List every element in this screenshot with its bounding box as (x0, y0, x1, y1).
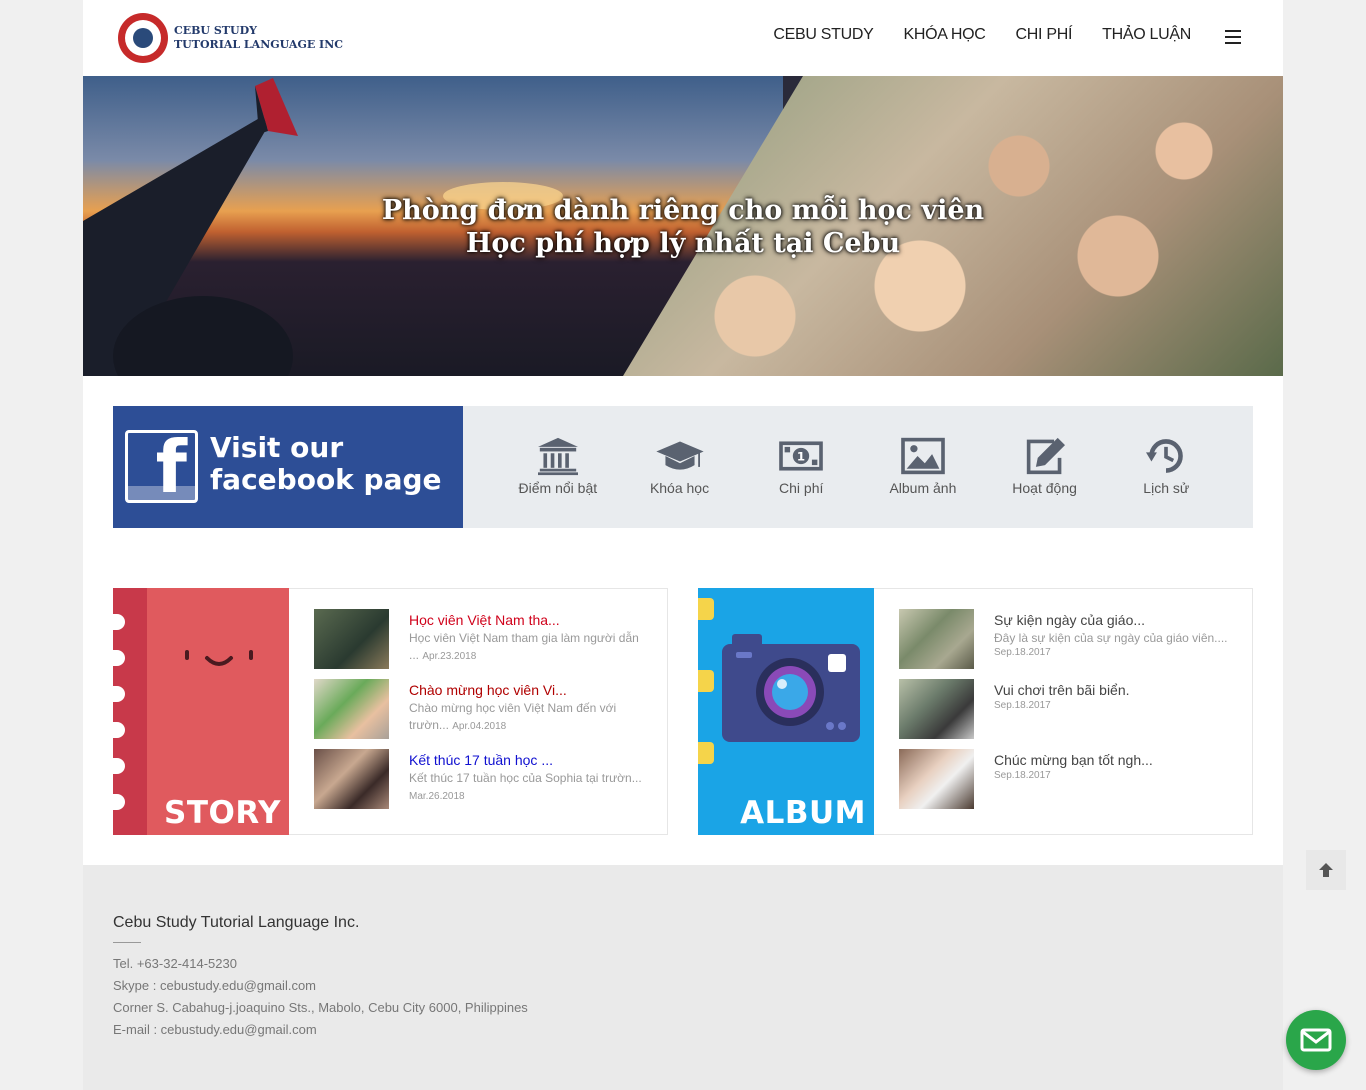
edit-icon (1026, 437, 1065, 475)
list-item[interactable]: Sự kiện ngày của giáo... Đây là sự kiện … (899, 609, 1239, 679)
footer-skype: Skype : cebustudy.edu@gmail.com (113, 978, 316, 993)
page: CEBU STUDY TUTORIAL LANGUAGE INC CEBU ST… (83, 0, 1283, 1090)
item-title: Kết thúc 17 tuần học ... (409, 752, 553, 768)
hero-line2: Học phí hợp lý nhất tại Cebu (465, 228, 901, 259)
list-item[interactable]: Học viên Việt Nam tha... Học viên Việt N… (314, 609, 654, 679)
facebook-line1: Visit our (210, 431, 344, 464)
item-title: Học viên Việt Nam tha... (409, 612, 560, 628)
album-label: ALBUM (740, 795, 866, 831)
nav-item-khoa-hoc[interactable]: KHÓA HỌC (903, 26, 985, 44)
item-date: Apr.04.2018 (452, 721, 507, 732)
list-item[interactable]: Chúc mừng bạn tốt ngh... Sep.18.2017 (899, 749, 1239, 819)
hero-banner: Phòng đơn dành riêng cho mỗi học viên Họ… (83, 76, 1283, 376)
quick-link-label: Lịch sử (1143, 480, 1190, 496)
album-card: ALBUM Sự kiện ngày của giáo... Đây là sự… (698, 588, 1253, 835)
thumbnail-image (899, 749, 974, 809)
brand-line2: TUTORIAL LANGUAGE INC (174, 38, 344, 51)
footer-contact: Tel. +63-32-414-5230 Skype : cebustudy.e… (113, 953, 528, 1041)
story-label: STORY (164, 795, 281, 831)
quick-link-label: Hoạt động (1012, 480, 1077, 496)
hamburger-icon[interactable] (1225, 30, 1241, 44)
item-title: Vui chơi trên bãi biển. (994, 682, 1130, 698)
item-date: Sep.18.2017 (994, 770, 1051, 781)
camera-icon (722, 634, 860, 742)
scroll-to-top-button[interactable] (1306, 850, 1346, 890)
logo-text: CEBU STUDY TUTORIAL LANGUAGE INC (174, 24, 343, 52)
smiley-face-icon (185, 650, 253, 666)
quick-link-label: Album ảnh (889, 480, 957, 496)
album-list: Sự kiện ngày của giáo... Đây là sự kiện … (899, 609, 1239, 819)
footer-tel: Tel. +63-32-414-5230 (113, 956, 237, 971)
story-card: STORY Học viên Việt Nam tha... Học viên … (113, 588, 668, 835)
svg-text:1: 1 (797, 450, 805, 464)
thumbnail-image (314, 749, 389, 809)
quick-link-fees[interactable]: 1 Chi phí (740, 436, 862, 496)
facebook-icon: f (125, 430, 198, 503)
list-item[interactable]: Kết thúc 17 tuần học ... Kết thúc 17 tuầ… (314, 749, 654, 819)
story-list: Học viên Việt Nam tha... Học viên Việt N… (314, 609, 654, 819)
footer: Cebu Study Tutorial Language Inc. Tel. +… (83, 865, 1283, 1090)
thumbnail-image (899, 679, 974, 739)
item-desc: Đây là sự kiện của sự ngày của giáo viên… (994, 631, 1228, 645)
quick-link-courses[interactable]: Khóa học (619, 436, 741, 496)
arrow-up-icon (1319, 863, 1333, 877)
brand-line1: CEBU STUDY (174, 24, 257, 37)
logo-seal-icon (118, 13, 168, 63)
facebook-banner[interactable]: f Visit our facebook page (113, 406, 463, 528)
item-date: Sep.18.2017 (994, 647, 1051, 658)
thumbnail-image (314, 609, 389, 669)
graduation-cap-icon (655, 441, 704, 470)
quick-link-label: Khóa học (649, 480, 710, 496)
quick-link-album[interactable]: Album ảnh (862, 436, 984, 496)
thumbnail-image (899, 609, 974, 669)
logo[interactable]: CEBU STUDY TUTORIAL LANGUAGE INC (118, 13, 343, 63)
quick-link-activities[interactable]: Hoạt động (984, 436, 1106, 496)
item-title: Chào mừng học viên Vi... (409, 682, 567, 698)
nav-item-thao-luan[interactable]: THẢO LUẬN (1102, 26, 1191, 44)
quick-icons: Điểm nổi bật Khóa học 1 Chi phí Album ản… (463, 406, 1253, 528)
header: CEBU STUDY TUTORIAL LANGUAGE INC CEBU ST… (83, 0, 1283, 76)
quick-link-label: Chi phí (779, 480, 824, 496)
item-date: Apr.23.2018 (422, 651, 477, 662)
item-title: Sự kiện ngày của giáo... (994, 612, 1146, 628)
quick-links-bar: f Visit our facebook page Điểm nổi bật K… (113, 406, 1253, 528)
hero-heading: Phòng đơn dành riêng cho mỗi học viên Họ… (83, 194, 1283, 260)
nav-item-cebu-study[interactable]: CEBU STUDY (773, 26, 873, 44)
item-desc: Kết thúc 17 tuần học của Sophia tại trườ… (409, 771, 642, 802)
envelope-icon (1300, 1028, 1332, 1052)
footer-address: Corner S. Cabahug-j.joaquino Sts., Mabol… (113, 1000, 528, 1015)
quick-link-label: Điểm nổi bật (518, 480, 598, 496)
list-item[interactable]: Chào mừng học viên Vi... Chào mừng học v… (314, 679, 654, 749)
item-desc: Chào mừng học viên Việt Nam đến với trườ… (409, 701, 617, 732)
hero-line1: Phòng đơn dành riêng cho mỗi học viên (381, 195, 985, 226)
image-icon (901, 437, 945, 475)
thumbnail-image (314, 679, 389, 739)
history-icon (1146, 439, 1184, 473)
list-item[interactable]: Vui chơi trên bãi biển. Sep.18.2017 (899, 679, 1239, 749)
story-side-panel[interactable]: STORY (113, 588, 289, 835)
item-desc: Học viên Việt Nam tham gia làm người dẫn… (409, 631, 639, 662)
bank-icon (537, 437, 578, 476)
facebook-text: Visit our facebook page (210, 432, 442, 496)
contact-mail-button[interactable] (1286, 1010, 1346, 1070)
money-icon: 1 (779, 441, 824, 471)
album-side-panel[interactable]: ALBUM (698, 588, 874, 835)
footer-company: Cebu Study Tutorial Language Inc. (113, 914, 360, 931)
item-date: Mar.26.2018 (409, 791, 465, 802)
footer-email: E-mail : cebustudy.edu@gmail.com (113, 1022, 317, 1037)
main-nav: CEBU STUDY KHÓA HỌC CHI PHÍ THẢO LUẬN (743, 26, 1191, 44)
quick-link-highlights[interactable]: Điểm nổi bật (497, 436, 619, 496)
facebook-line2: facebook page (210, 463, 442, 496)
item-title: Chúc mừng bạn tốt ngh... (994, 752, 1153, 768)
item-date: Sep.18.2017 (994, 700, 1051, 711)
nav-item-chi-phi[interactable]: CHI PHÍ (1016, 26, 1073, 44)
footer-divider (113, 942, 141, 943)
quick-link-history[interactable]: Lịch sử (1105, 436, 1227, 496)
